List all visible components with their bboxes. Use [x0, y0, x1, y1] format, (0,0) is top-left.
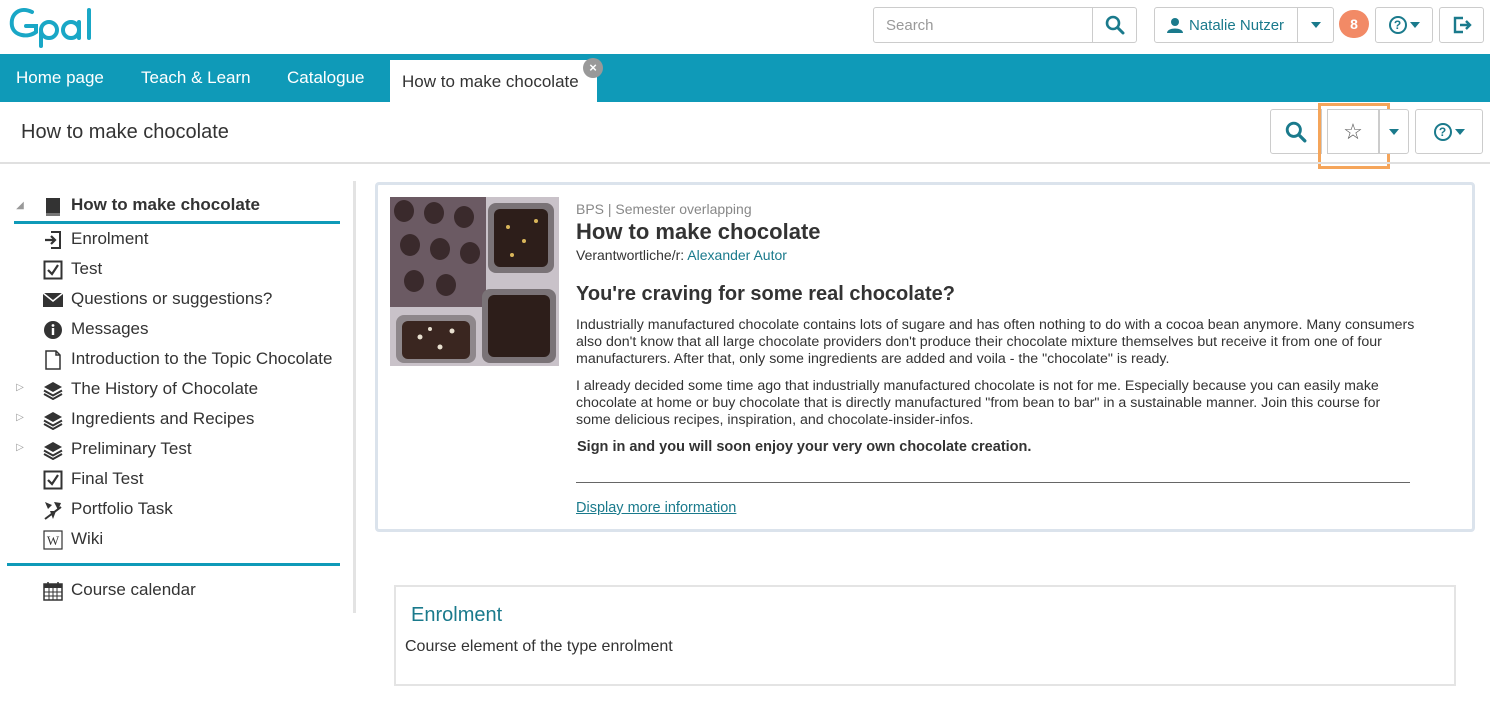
enrolment-title: Enrolment: [411, 604, 503, 626]
divider: [0, 162, 1490, 164]
collapse-arrow-icon[interactable]: ◢: [14, 200, 26, 211]
course-search-button[interactable]: [1270, 109, 1322, 154]
search-input[interactable]: [873, 7, 1093, 43]
layers-icon: [42, 379, 64, 401]
chevron-down-icon: [1389, 128, 1399, 135]
tree-root[interactable]: ◢ How to make chocolate: [14, 192, 340, 224]
chevron-down-icon: [1310, 22, 1321, 28]
main-nav: Home page Teach & Learn Catalogue How to…: [0, 54, 1490, 102]
envelope-icon: [42, 289, 64, 311]
display-more-info-link[interactable]: Display more information: [576, 500, 736, 516]
layers-icon: [42, 439, 64, 461]
user-icon: [1167, 18, 1183, 33]
sidebar-separator: [353, 181, 356, 613]
expand-arrow-icon[interactable]: ▷: [14, 412, 26, 423]
expand-arrow-icon[interactable]: ▷: [14, 382, 26, 393]
logout-button[interactable]: [1439, 7, 1484, 43]
search-button[interactable]: [1092, 7, 1137, 43]
portfolio-icon: [42, 499, 64, 521]
user-menu-dropdown[interactable]: [1297, 7, 1334, 43]
enrolment-panel: [394, 585, 1456, 686]
calendar-icon: [42, 580, 64, 602]
tab-teach-learn[interactable]: Teach & Learn: [141, 54, 251, 102]
help-icon: ?: [1433, 122, 1452, 141]
enrolment-description: Course element of the type enrolment: [405, 638, 673, 655]
course-meta: BPS | Semester overlapping: [576, 201, 752, 217]
responsible-author-link[interactable]: Alexander Autor: [687, 247, 787, 263]
checkbox-icon: [42, 469, 64, 491]
tab-catalogue[interactable]: Catalogue: [287, 54, 365, 102]
svg-text:W: W: [47, 533, 60, 548]
course-subtitle: You're craving for some real chocolate?: [576, 283, 955, 305]
chevron-down-icon: [1454, 128, 1465, 135]
enrolment-icon: [42, 229, 64, 251]
call-to-action-text: Sign in and you will soon enjoy your ver…: [577, 439, 1032, 455]
tab-home-page[interactable]: Home page: [16, 54, 104, 102]
top-header: Natalie Nutzer 8 ?: [0, 0, 1490, 54]
responsible-label: Verantwortliche/r:: [576, 247, 685, 263]
tree-root-label: How to make chocolate: [71, 195, 260, 214]
opal-logo[interactable]: [8, 4, 100, 53]
close-tab-icon[interactable]: ×: [583, 58, 603, 78]
help-menu-button[interactable]: ?: [1375, 7, 1433, 43]
favorite-dropdown[interactable]: [1379, 109, 1409, 154]
course-image: [390, 197, 559, 366]
checkbox-icon: [42, 259, 64, 281]
search-icon: [1105, 15, 1124, 35]
info-icon: [42, 319, 64, 341]
help-icon: ?: [1388, 16, 1407, 34]
divider: [7, 563, 340, 566]
search-icon: [1285, 121, 1307, 142]
user-menu-button[interactable]: Natalie Nutzer: [1154, 7, 1298, 43]
chevron-down-icon: [1409, 22, 1420, 28]
description-paragraph-1: Industrially manufactured chocolate cont…: [576, 317, 1415, 367]
divider: [576, 482, 1410, 483]
page-title: How to make chocolate: [21, 121, 229, 143]
notification-badge[interactable]: 8: [1339, 10, 1369, 38]
logout-icon: [1453, 16, 1472, 34]
document-icon: [42, 349, 64, 371]
course-info-title: How to make chocolate: [576, 219, 821, 244]
responsible-line: Verantwortliche/r: Alexander Autor: [576, 247, 787, 263]
book-icon: [42, 196, 64, 218]
description-paragraph-2: I already decided some time ago that ind…: [576, 378, 1381, 428]
expand-arrow-icon[interactable]: ▷: [14, 442, 26, 453]
user-name: Natalie Nutzer: [1189, 16, 1285, 34]
layers-icon: [42, 409, 64, 431]
wiki-icon: W: [42, 529, 64, 551]
tab-course-active[interactable]: How to make chocolate: [390, 60, 597, 102]
course-help-button[interactable]: ?: [1415, 109, 1483, 154]
